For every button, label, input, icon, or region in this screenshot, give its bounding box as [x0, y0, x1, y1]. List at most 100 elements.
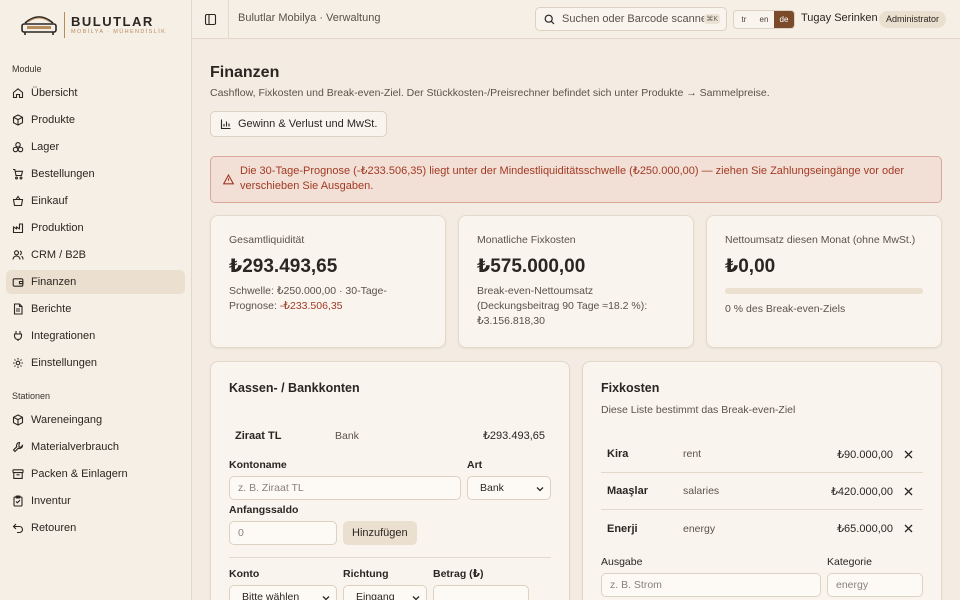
account-row[interactable]: Ziraat TL Bank ₺293.493,65	[229, 422, 551, 449]
category-label: Kategorie	[827, 556, 872, 568]
opening-balance-label: Anfangssaldo	[229, 504, 299, 516]
liquidity-note: Schwelle: ₺250.000,00 · 30-Tage-Prognose…	[229, 284, 429, 314]
close-icon	[904, 450, 912, 458]
sidebar-item-reports[interactable]: Berichte	[6, 297, 185, 321]
sidebar-item-label: Berichte	[31, 303, 72, 315]
warning-icon	[223, 174, 234, 185]
language-de-button[interactable]: de	[774, 11, 794, 28]
sidebar-item-production[interactable]: Produktion	[6, 216, 185, 240]
fixed-cost-row: Kira rent ₺90.000,00	[601, 436, 923, 473]
sidebar-item-returns[interactable]: Retouren	[6, 516, 185, 540]
page-title: Finanzen	[210, 64, 280, 81]
tx-amount-input[interactable]	[433, 585, 529, 600]
sidebar-item-products[interactable]: Produkte	[6, 108, 185, 132]
sidebar-item-finance[interactable]: Finanzen	[6, 270, 185, 294]
fixed-cost-amount: ₺65.000,00	[837, 523, 893, 535]
sidebar-item-label: Produkte	[31, 114, 76, 126]
delete-fixed-cost-button[interactable]	[893, 450, 923, 459]
fixed-costs-label: Monatliche Fixkosten	[477, 234, 576, 246]
sidebar-item-settings[interactable]: Einstellungen	[6, 351, 185, 375]
sidebar-item-overview[interactable]: Übersicht	[6, 81, 185, 105]
liquidity-card: Gesamtliquidität ₺293.493,65 Schwelle: ₺…	[210, 215, 446, 348]
sidebar-toggle-button[interactable]	[192, 0, 229, 38]
language-tr-button[interactable]: tr	[734, 11, 754, 28]
sidebar-item-label: Retouren	[31, 522, 77, 534]
sidebar-item-stock[interactable]: Lager	[6, 135, 185, 159]
chevron-down-icon	[412, 596, 420, 600]
add-account-button[interactable]: Hinzufügen	[343, 521, 417, 545]
sidebar-item-label: Bestellungen	[31, 168, 95, 180]
sidebar-item-material-usage[interactable]: Materialverbrauch	[6, 435, 185, 459]
sidebar-item-goods-receipt[interactable]: Wareneingang	[6, 408, 185, 432]
accounts-card: Kassen- / Bankkonten Ziraat TL Bank ₺293…	[210, 361, 570, 600]
sidebar-item-packing[interactable]: Packen & Einlagern	[6, 462, 185, 486]
expense-label: Ausgabe	[601, 556, 643, 568]
nav-section-stations: Stationen	[12, 391, 51, 401]
break-even-progress-text: 0 % des Break-even-Ziels	[725, 303, 846, 315]
delete-fixed-cost-button[interactable]	[893, 487, 923, 496]
net-revenue-card: Nettoumsatz diesen Monat (ohne MwSt.) ₺0…	[706, 215, 942, 348]
tx-account-select[interactable]: Bitte wählen	[229, 585, 337, 600]
search-shortcut-badge: ⌘K	[704, 14, 720, 24]
tx-account-value: Bitte wählen	[242, 591, 300, 600]
chevron-down-icon	[536, 487, 544, 492]
sidebar-item-integrations[interactable]: Integrationen	[6, 324, 185, 348]
sidebar-item-label: Finanzen	[31, 276, 77, 288]
search-box[interactable]: ⌘K	[535, 7, 727, 31]
fixed-cost-amount: ₺90.000,00	[837, 448, 893, 461]
sidebar-item-inventory[interactable]: Inventur	[6, 489, 185, 513]
liquidity-value: ₺293.493,65	[229, 256, 338, 277]
language-en-button[interactable]: en	[754, 11, 774, 28]
chevron-down-icon	[322, 596, 330, 600]
sidebar-toggle-icon	[204, 13, 216, 25]
expense-input[interactable]	[601, 573, 821, 597]
liquidity-alert: Die 30-Tage-Prognose (-₺233.506,35) lieg…	[210, 156, 942, 203]
cart-icon	[13, 168, 24, 180]
fixed-cost-name: Kira	[607, 448, 629, 460]
sidebar-item-orders[interactable]: Bestellungen	[6, 162, 185, 186]
fixed-cost-category: salaries	[683, 485, 720, 497]
tx-amount-label: Betrag (₺)	[433, 568, 484, 580]
category-input[interactable]	[827, 573, 923, 597]
user-name[interactable]: Tugay Serinken	[801, 12, 878, 24]
sidebar-item-label: Einstellungen	[31, 357, 98, 369]
fixed-cost-name: Maaşlar	[607, 485, 648, 497]
sidebar: BULUTLAR MOBİLYA · MÜHENDİSLİK Module Üb…	[0, 0, 192, 600]
gear-icon	[13, 358, 23, 368]
section-divider	[229, 557, 551, 558]
break-even-progress-bar	[725, 288, 923, 294]
language-switcher: tr en de	[733, 10, 795, 29]
breadcrumb: Bulutlar Mobilya · Verwaltung	[238, 12, 381, 24]
fixed-costs-list-card: Fixkosten Diese Liste bestimmt das Break…	[582, 361, 942, 600]
clipboard-icon	[13, 495, 23, 507]
sidebar-item-label: Übersicht	[31, 87, 78, 99]
tx-direction-select[interactable]: Eingang	[343, 585, 427, 600]
sidebar-item-label: Packen & Einlagern	[31, 468, 128, 480]
return-icon	[12, 523, 23, 534]
account-type-select[interactable]: Bank	[467, 476, 551, 500]
fixed-costs-hint: Diese Liste bestimmt das Break-even-Ziel	[601, 404, 796, 416]
fixed-costs-card: Monatliche Fixkosten ₺575.000,00 Break-e…	[458, 215, 694, 348]
basket-icon	[12, 195, 24, 207]
wallet-icon	[12, 278, 24, 287]
sidebar-item-crm[interactable]: CRM / B2B	[6, 243, 185, 267]
delete-fixed-cost-button[interactable]	[893, 524, 923, 533]
close-icon	[904, 524, 912, 533]
break-even-note: Break-even-Nettoumsatz (Deckungsbeitrag …	[477, 285, 648, 327]
net-revenue-label: Nettoumsatz diesen Monat (ohne MwSt.)	[725, 234, 916, 246]
account-type: Bank	[335, 429, 359, 442]
account-name-input[interactable]	[229, 476, 461, 500]
profit-loss-vat-button[interactable]: Gewinn & Verlust und MwSt.	[210, 111, 388, 137]
sidebar-item-label: Integrationen	[31, 330, 96, 342]
net-revenue-value: ₺0,00	[725, 256, 776, 277]
sidebar-item-label: Materialverbrauch	[31, 441, 120, 453]
sidebar-item-purchasing[interactable]: Einkauf	[6, 189, 185, 213]
factory-icon	[12, 223, 24, 234]
account-balance: ₺293.493,65	[482, 430, 545, 442]
fixed-cost-category: rent	[683, 448, 702, 460]
bar-chart-icon	[220, 119, 231, 130]
brand-logo[interactable]: BULUTLAR MOBİLYA · MÜHENDİSLİK	[0, 0, 191, 50]
search-input[interactable]	[562, 13, 712, 25]
package-in-icon	[12, 414, 24, 426]
opening-balance-input[interactable]	[229, 521, 337, 545]
